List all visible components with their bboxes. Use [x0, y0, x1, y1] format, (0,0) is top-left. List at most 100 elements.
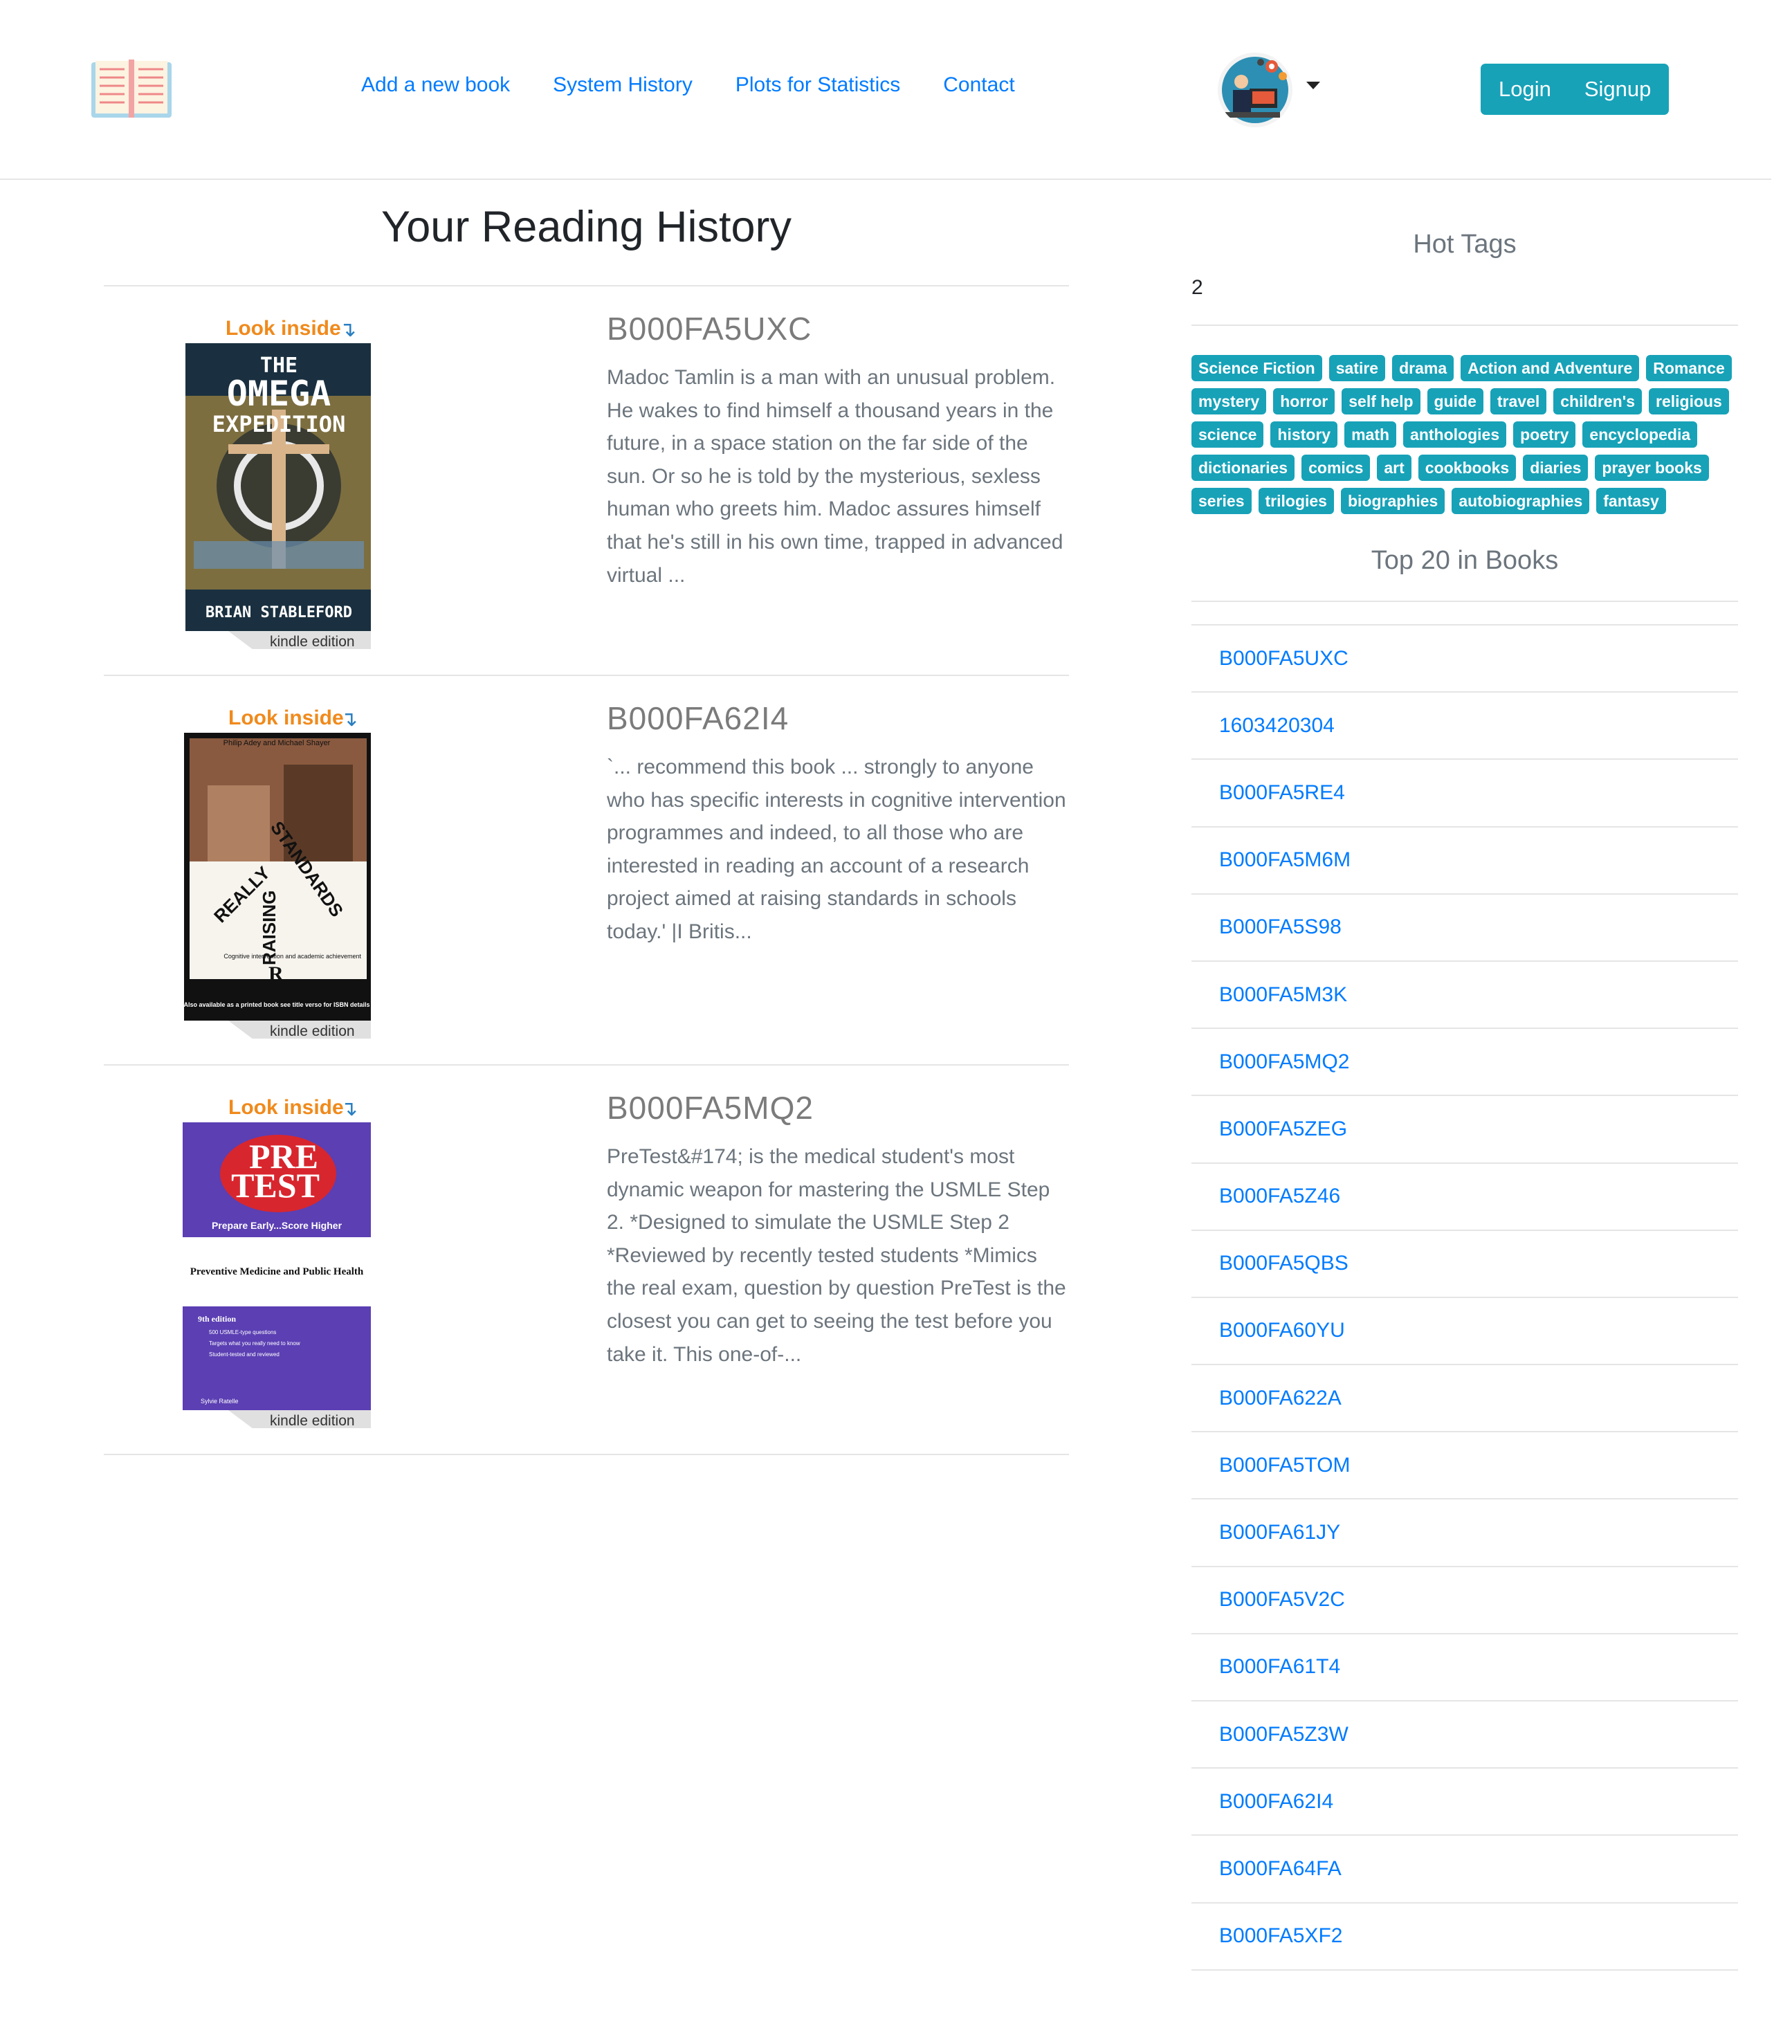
book-cover-image[interactable]: Look inside ↴ Philip Adey and Michael Sh…	[180, 702, 371, 1039]
tag-badge[interactable]: mystery	[1191, 388, 1267, 414]
tag-badge[interactable]: horror	[1273, 388, 1335, 414]
tag-badge[interactable]: travel	[1490, 388, 1547, 414]
nav-contact-link[interactable]: Contact	[943, 73, 1014, 97]
look-inside-label: Look inside	[228, 706, 344, 729]
list-item: B000FA5V2C	[1191, 1567, 1738, 1634]
tag-badge[interactable]: drama	[1392, 355, 1454, 381]
cover-bullet: Targets what you really need to know	[209, 1340, 300, 1347]
nav-links: Add a new book System History Plots for …	[361, 73, 1015, 97]
tag-badge[interactable]: diaries	[1523, 455, 1589, 481]
top-book-link[interactable]: B000FA5XF2	[1219, 1924, 1342, 1948]
top-book-link[interactable]: B000FA61T4	[1219, 1655, 1340, 1679]
tag-badge[interactable]: children's	[1553, 388, 1642, 414]
hot-tags-heading: Hot Tags	[1413, 230, 1517, 259]
nav-system-history-link[interactable]: System History	[553, 73, 693, 97]
list-item: B000FA5M6M	[1191, 828, 1738, 895]
tag-cloud: Science Fiction satire drama Action and …	[1191, 355, 1738, 514]
top-book-link[interactable]: B000FA60YU	[1219, 1319, 1345, 1342]
nav-add-book-link[interactable]: Add a new book	[361, 73, 510, 97]
book-cover-image[interactable]: Look inside ↴ PRE TEST Prepare Early...S…	[180, 1092, 371, 1428]
publisher-logo-icon: R	[268, 962, 284, 985]
top-book-link[interactable]: B000FA61JY	[1219, 1521, 1340, 1544]
tag-badge[interactable]: art	[1377, 455, 1411, 481]
top-book-link[interactable]: B000FA5V2C	[1219, 1588, 1345, 1612]
top-book-link[interactable]: 1603420304	[1219, 714, 1335, 738]
tag-badge[interactable]: science	[1191, 421, 1264, 448]
book-cover-image[interactable]: Look inside ↴ THE OMEGA EXPEDITION BRIAN…	[180, 313, 371, 649]
nav-plots-link[interactable]: Plots for Statistics	[735, 73, 900, 97]
tag-badge[interactable]: biographies	[1340, 488, 1445, 514]
look-inside-arrow-icon: ↴	[339, 318, 356, 342]
tag-badge[interactable]: comics	[1301, 455, 1371, 481]
tag-badge[interactable]: fantasy	[1596, 488, 1666, 514]
look-inside-label: Look inside	[228, 1096, 344, 1119]
cover-footer: Also available as a printed book see tit…	[183, 1001, 369, 1008]
top-book-link[interactable]: B000FA5ZEG	[1219, 1117, 1347, 1141]
tag-badge[interactable]: autobiographies	[1452, 488, 1590, 514]
tag-badge[interactable]: trilogies	[1258, 488, 1334, 514]
list-item: B000FA5M3K	[1191, 962, 1738, 1030]
chevron-down-icon[interactable]	[1306, 82, 1320, 89]
list-item: B000FA622A	[1191, 1365, 1738, 1433]
tag-badge[interactable]: dictionaries	[1191, 455, 1295, 481]
top-book-link[interactable]: B000FA5RE4	[1219, 781, 1345, 805]
top-book-link[interactable]: B000FA5Z3W	[1219, 1723, 1348, 1746]
cover-edition: 9th edition	[198, 1314, 236, 1324]
list-item: B000FA5MQ2	[1191, 1029, 1738, 1097]
top-book-link[interactable]: B000FA5QBS	[1219, 1252, 1348, 1275]
book-id[interactable]: B000FA62I4	[607, 700, 789, 737]
page-title: Your Reading History	[381, 203, 792, 251]
top-books-heading: Top 20 in Books	[1191, 546, 1738, 602]
top-book-link[interactable]: B000FA5Z46	[1219, 1185, 1340, 1208]
history-item: Look inside ↴ THE OMEGA EXPEDITION BRIAN…	[104, 286, 1069, 676]
list-item: B000FA5UXC	[1191, 626, 1738, 693]
top-book-link[interactable]: B000FA5TOM	[1219, 1454, 1351, 1477]
book-id[interactable]: B000FA5MQ2	[607, 1089, 814, 1126]
list-item: B000FA5TOM	[1191, 1432, 1738, 1500]
cover-author: Sylvie Ratelle	[201, 1398, 239, 1405]
list-item: B000FA5RE4	[1191, 760, 1738, 828]
top-book-link[interactable]: B000FA5S98	[1219, 915, 1342, 939]
tag-badge[interactable]: history	[1270, 421, 1338, 448]
top-book-link[interactable]: B000FA62I4	[1219, 1790, 1333, 1814]
user-avatar[interactable]	[1218, 53, 1292, 127]
history-item: Look inside ↴ PRE TEST Prepare Early...S…	[104, 1066, 1069, 1455]
top-book-link[interactable]: B000FA5MQ2	[1219, 1050, 1349, 1074]
tag-badge[interactable]: encyclopedia	[1582, 421, 1698, 448]
top-book-link[interactable]: B000FA5UXC	[1219, 647, 1348, 670]
tag-badge[interactable]: religious	[1649, 388, 1729, 414]
login-button[interactable]: Login	[1481, 64, 1568, 115]
cover-title-main: OMEGA	[227, 374, 331, 414]
tag-badge[interactable]: series	[1191, 488, 1252, 514]
tag-badge[interactable]: Romance	[1646, 355, 1732, 381]
cover-author: BRIAN STABLEFORD	[205, 604, 352, 621]
tag-badge[interactable]: Action and Adventure	[1461, 355, 1640, 381]
list-item: B000FA5Z46	[1191, 1164, 1738, 1231]
top-book-link[interactable]: B000FA64FA	[1219, 1857, 1342, 1881]
signup-button[interactable]: Signup	[1568, 64, 1668, 115]
top-book-link[interactable]: B000FA622A	[1219, 1387, 1342, 1410]
list-item: B000FA60YU	[1191, 1298, 1738, 1366]
top-book-link[interactable]: B000FA5M6M	[1219, 848, 1351, 872]
top-book-link[interactable]: B000FA5M3K	[1219, 983, 1347, 1007]
tag-badge[interactable]: guide	[1427, 388, 1483, 414]
tag-badge[interactable]: math	[1344, 421, 1397, 448]
kindle-edition-badge: kindle edition	[270, 1023, 355, 1039]
cover-bullet: 500 USMLE-type questions	[209, 1329, 276, 1335]
tag-badge[interactable]: cookbooks	[1418, 455, 1517, 481]
tag-badge[interactable]: prayer books	[1595, 455, 1709, 481]
book-id[interactable]: B000FA5UXC	[607, 310, 812, 347]
book-description: PreTest&#174; is the medical student's m…	[607, 1145, 1066, 1366]
list-item: B000FA61T4	[1191, 1634, 1738, 1701]
tag-badge[interactable]: poetry	[1513, 421, 1576, 448]
book-logo-icon[interactable]	[89, 58, 174, 120]
tag-badge[interactable]: Science Fiction	[1191, 355, 1322, 381]
auth-button-group: Login Signup	[1481, 64, 1669, 115]
cover-title-b: TEST	[231, 1166, 320, 1205]
tag-badge[interactable]: self help	[1342, 388, 1420, 414]
tag-badge[interactable]: satire	[1328, 355, 1386, 381]
tag-badge[interactable]: anthologies	[1403, 421, 1507, 448]
list-item: B000FA64FA	[1191, 1836, 1738, 1904]
sidebar: Hot Tags 2 Science Fiction satire drama …	[1191, 208, 1738, 1971]
list-item: B000FA62I4	[1191, 1769, 1738, 1836]
